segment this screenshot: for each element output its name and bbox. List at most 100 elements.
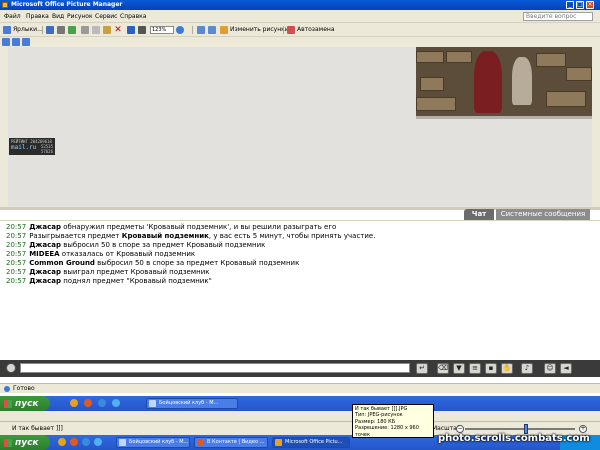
autofix-button[interactable]: Автозамена (297, 23, 335, 37)
delete-icon[interactable]: ✕ (114, 26, 122, 35)
chat-actor[interactable]: Common Ground (29, 259, 95, 267)
task-button[interactable]: В Контакте | Видео ... (194, 437, 268, 448)
toolbar-separator (42, 26, 43, 34)
smiley-menu-icon[interactable] (6, 363, 16, 373)
tab-chat[interactable]: Чат (464, 209, 494, 220)
toolbar-separator (283, 26, 284, 34)
rotate-left-icon[interactable] (197, 26, 205, 34)
quicklaunch-icon[interactable] (58, 438, 66, 446)
stop-icon[interactable]: ✋ (501, 363, 513, 374)
clear-icon[interactable]: ⌫ (437, 363, 449, 374)
status-text: Готово (13, 385, 35, 392)
save-icon[interactable] (46, 26, 54, 34)
volume-icon[interactable]: ♪ (521, 363, 533, 374)
firefox-icon[interactable] (84, 399, 92, 407)
shortcuts-button[interactable]: Ярлыки... (13, 23, 43, 37)
tooltip-line: точек (355, 431, 371, 438)
chat-actor[interactable]: Джасар (29, 277, 61, 285)
chat-actor[interactable]: MIDEEA (29, 250, 59, 258)
chat-text: , у вас есть 5 минут, чтобы принять учас… (208, 232, 376, 240)
settings-icon[interactable]: ≡ (469, 363, 481, 374)
chat-input[interactable] (20, 363, 410, 373)
chat-time: 20:57 (6, 232, 27, 240)
wall-brick (446, 51, 472, 63)
task-label: Microsoft Office Pictu... (285, 439, 343, 445)
windows-logo-icon (4, 399, 12, 408)
rotate-icon[interactable] (138, 26, 146, 34)
chat-message: 20:57 Джасар выбросил 50 в споре за предм… (6, 241, 265, 250)
undo-icon[interactable] (127, 26, 135, 34)
copy-icon[interactable] (92, 26, 100, 34)
picture-preview: РЕЙТИНГ 204269618 mail.ru 52535 57626 Ча… (0, 47, 600, 383)
picture-manager-icon (275, 439, 282, 446)
paste-icon[interactable] (103, 26, 111, 34)
send-icon[interactable]: ↵ (416, 363, 428, 374)
chat-text: поднял предмет "Кровавый подземник" (61, 277, 212, 285)
window-frame (0, 411, 600, 421)
rating-counter[interactable]: РЕЙТИНГ 204269618 mail.ru 52535 57626 (9, 138, 55, 155)
toolbar: Ярлыки... ✕ 123% Изменить рисунки... Авт… (0, 23, 600, 37)
menu-help[interactable]: Справка (120, 10, 146, 23)
task-button[interactable]: Бойцовский клуб - М... (116, 437, 190, 448)
single-view-icon[interactable] (22, 38, 30, 46)
filmstrip-view-icon[interactable] (12, 38, 20, 46)
task-button[interactable]: Бойцовский клуб - М... (146, 398, 238, 409)
shortcuts-icon (3, 26, 11, 34)
start-button[interactable]: пуск (0, 435, 50, 450)
thumbnail-view-icon[interactable] (2, 38, 10, 46)
chat-actor[interactable]: Джасар (29, 223, 61, 231)
chat-text: выбросил 50 в споре за предмет Кровавый … (94, 259, 300, 267)
start-label: пуск (15, 398, 39, 409)
save-log-icon[interactable]: ▪ (485, 363, 497, 374)
toolbar-separator (192, 26, 193, 34)
help-search-input[interactable]: Введите вопрос (523, 12, 593, 21)
smiley-icon[interactable]: ☺ (544, 363, 556, 374)
chat-actor[interactable]: Джасар (29, 268, 61, 276)
task-button-active[interactable]: Microsoft Office Pictu... (272, 437, 350, 448)
print-icon[interactable] (57, 26, 65, 34)
firefox-icon[interactable] (70, 438, 78, 446)
menu-edit[interactable]: Правка (26, 10, 49, 23)
maximize-button[interactable]: □ (576, 1, 584, 9)
tab-system-messages[interactable]: Системные сообщения (496, 209, 590, 220)
filter-icon[interactable]: ▼ (453, 363, 465, 374)
close-button[interactable]: × (586, 1, 594, 9)
chat-message: 20:57 Разыгрывается предмет Кровавый подз… (6, 232, 375, 241)
desktop-icon[interactable] (112, 399, 120, 407)
desktop-icon[interactable] (94, 438, 102, 446)
edit-pictures-button[interactable]: Изменить рисунки... (230, 23, 294, 37)
quicklaunch-icon[interactable] (70, 399, 78, 407)
file-info-tooltip: И так бывает ]]].JPG Тип: JPEG-рисунок Р… (352, 404, 434, 438)
minimize-button[interactable]: _ (566, 1, 574, 9)
zoom-slider-track[interactable] (465, 428, 575, 430)
rotate-right-icon[interactable] (208, 26, 216, 34)
wall-brick (416, 51, 444, 63)
zoom-select[interactable]: 123% (150, 26, 174, 34)
edit-pictures-icon (220, 26, 228, 34)
start-button-upper[interactable]: пуск (0, 396, 50, 411)
ie-icon[interactable] (82, 438, 90, 446)
wall-brick (536, 53, 566, 67)
chat-message: 20:57 Джасар поднял предмет "Кровавый под… (6, 277, 212, 286)
menu-view[interactable]: Вид (52, 10, 64, 23)
email-icon[interactable] (68, 26, 76, 34)
menu-file[interactable]: Файл (4, 10, 21, 23)
help-icon[interactable] (176, 26, 184, 34)
taskbar-upper: пуск Бойцовский клуб - М... (0, 396, 600, 411)
task-label: В Контакте | Видео ... (207, 439, 265, 445)
cut-icon[interactable] (81, 26, 89, 34)
chat-message: 20:57 MIDEEA отказалась от Кровавый подзе… (6, 250, 195, 259)
menu-picture[interactable]: Рисунок (67, 10, 93, 23)
screenshot: Microsoft Office Picture Manager _ □ × Ф… (0, 0, 600, 450)
status-icon (4, 386, 10, 392)
chat-message: 20:57 Джасар обнаружил предметы 'Кровавый… (6, 223, 336, 232)
title-bar: Microsoft Office Picture Manager _ □ × (0, 0, 600, 10)
chat-message: 20:57 Common Ground выбросил 50 в споре з… (6, 259, 299, 268)
chat-actor[interactable]: Джасар (29, 241, 61, 249)
menu-bar: Файл Правка Вид Рисунок Сервис Справка В… (0, 10, 600, 23)
chat-time: 20:57 (6, 250, 27, 258)
chat-text: выбросил 50 в споре за предмет Кровавый … (61, 241, 266, 249)
menu-tools[interactable]: Сервис (95, 10, 117, 23)
ie-icon[interactable] (98, 399, 106, 407)
sound-icon[interactable]: ◄ (560, 363, 572, 374)
